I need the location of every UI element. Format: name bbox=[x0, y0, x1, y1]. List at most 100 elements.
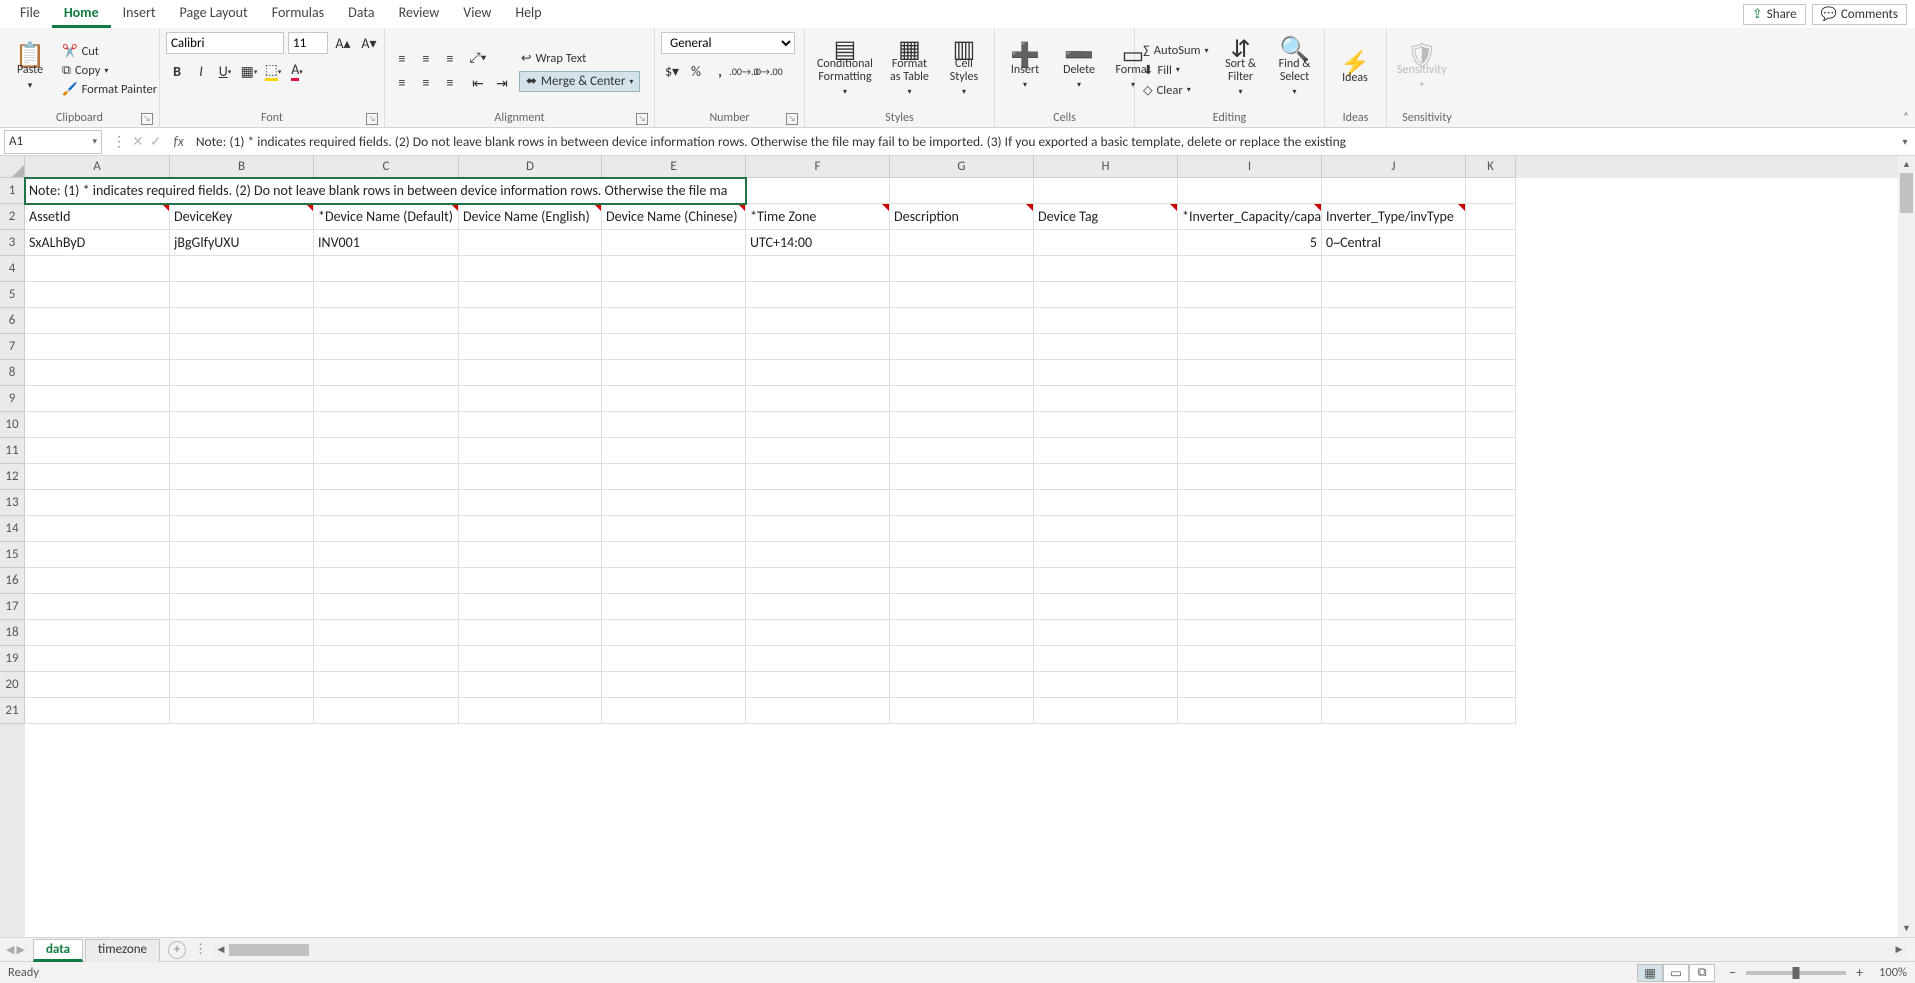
cell-A13[interactable] bbox=[25, 490, 170, 516]
cell-G12[interactable] bbox=[890, 464, 1034, 490]
format-painter-button[interactable]: 🖌️Format Painter bbox=[60, 81, 159, 98]
cell-D7[interactable] bbox=[459, 334, 602, 360]
currency-button[interactable]: $▾ bbox=[661, 60, 683, 82]
cell-E3[interactable] bbox=[602, 230, 746, 256]
cell-D14[interactable] bbox=[459, 516, 602, 542]
cell-H9[interactable] bbox=[1034, 386, 1178, 412]
cancel-formula-icon[interactable]: ✕ bbox=[132, 133, 144, 150]
cell-E21[interactable] bbox=[602, 698, 746, 724]
cell-K18[interactable] bbox=[1466, 620, 1516, 646]
find-select-button[interactable]: 🔍Find & Select▾ bbox=[1271, 41, 1319, 101]
scroll-thumb[interactable] bbox=[1900, 173, 1913, 213]
cell-A19[interactable] bbox=[25, 646, 170, 672]
cell-E10[interactable] bbox=[602, 412, 746, 438]
font-dialog-launcher[interactable]: ↘ bbox=[366, 113, 378, 125]
cell-C15[interactable] bbox=[314, 542, 459, 568]
cell-B17[interactable] bbox=[170, 594, 314, 620]
italic-button[interactable]: I bbox=[190, 60, 212, 82]
cell-F19[interactable] bbox=[746, 646, 890, 672]
number-dialog-launcher[interactable]: ↘ bbox=[786, 113, 798, 125]
cell-A20[interactable] bbox=[25, 672, 170, 698]
cell-B11[interactable] bbox=[170, 438, 314, 464]
cell-A1[interactable]: Note: (1) * indicates required fields. (… bbox=[25, 178, 746, 204]
menu-data[interactable]: Data bbox=[336, 0, 386, 28]
col-header-I[interactable]: I bbox=[1178, 156, 1322, 178]
col-header-H[interactable]: H bbox=[1034, 156, 1178, 178]
cell-I21[interactable] bbox=[1178, 698, 1322, 724]
sheet-tab-timezone[interactable]: timezone bbox=[85, 939, 160, 962]
conditional-formatting-button[interactable]: ▤Conditional Formatting▾ bbox=[811, 41, 879, 101]
cell-D18[interactable] bbox=[459, 620, 602, 646]
cell-C6[interactable] bbox=[314, 308, 459, 334]
fill-color-button[interactable]: ⬚▾ bbox=[262, 60, 284, 82]
name-box[interactable]: A1▾ bbox=[4, 130, 102, 154]
row-header-20[interactable]: 20 bbox=[0, 672, 25, 698]
cell-B21[interactable] bbox=[170, 698, 314, 724]
cell-G9[interactable] bbox=[890, 386, 1034, 412]
cell-E9[interactable] bbox=[602, 386, 746, 412]
cell-F11[interactable] bbox=[746, 438, 890, 464]
hscroll-thumb[interactable] bbox=[229, 944, 309, 956]
cell-F17[interactable] bbox=[746, 594, 890, 620]
fx-icon[interactable]: fx bbox=[167, 133, 189, 150]
cell-D15[interactable] bbox=[459, 542, 602, 568]
cell-E13[interactable] bbox=[602, 490, 746, 516]
cell-J16[interactable] bbox=[1322, 568, 1466, 594]
hscroll-right-icon[interactable]: ▶ bbox=[1891, 944, 1907, 955]
cell-F9[interactable] bbox=[746, 386, 890, 412]
cell-E2[interactable]: Device Name (Chinese) bbox=[602, 204, 746, 230]
cell-A5[interactable] bbox=[25, 282, 170, 308]
align-middle-icon[interactable]: ≡ bbox=[415, 48, 437, 70]
cell-F8[interactable] bbox=[746, 360, 890, 386]
cell-D11[interactable] bbox=[459, 438, 602, 464]
cell-H15[interactable] bbox=[1034, 542, 1178, 568]
row-header-16[interactable]: 16 bbox=[0, 568, 25, 594]
cell-G10[interactable] bbox=[890, 412, 1034, 438]
collapse-ribbon-icon[interactable]: ˄ bbox=[1903, 110, 1909, 123]
cell-A15[interactable] bbox=[25, 542, 170, 568]
cell-C3[interactable]: INV001 bbox=[314, 230, 459, 256]
cell-C7[interactable] bbox=[314, 334, 459, 360]
cut-button[interactable]: ✂️Cut bbox=[60, 43, 159, 60]
cell-I3[interactable]: 5 bbox=[1178, 230, 1322, 256]
cell-J19[interactable] bbox=[1322, 646, 1466, 672]
cell-A11[interactable] bbox=[25, 438, 170, 464]
cell-G20[interactable] bbox=[890, 672, 1034, 698]
row-header-5[interactable]: 5 bbox=[0, 282, 25, 308]
insert-cells-button[interactable]: ➕Insert▾ bbox=[1001, 47, 1049, 94]
confirm-formula-icon[interactable]: ✓ bbox=[150, 133, 162, 150]
delete-cells-button[interactable]: ➖Delete▾ bbox=[1055, 47, 1103, 94]
cell-K13[interactable] bbox=[1466, 490, 1516, 516]
cell-F13[interactable] bbox=[746, 490, 890, 516]
cell-D13[interactable] bbox=[459, 490, 602, 516]
cell-F4[interactable] bbox=[746, 256, 890, 282]
cell-K1[interactable] bbox=[1466, 178, 1516, 204]
col-header-J[interactable]: J bbox=[1322, 156, 1466, 178]
comments-button[interactable]: 💬Comments bbox=[1812, 4, 1907, 25]
percent-button[interactable]: % bbox=[685, 60, 707, 82]
cell-C4[interactable] bbox=[314, 256, 459, 282]
cell-D20[interactable] bbox=[459, 672, 602, 698]
cell-E5[interactable] bbox=[602, 282, 746, 308]
wrap-text-button[interactable]: ↩Wrap Text bbox=[519, 49, 640, 67]
cell-B7[interactable] bbox=[170, 334, 314, 360]
cell-I13[interactable] bbox=[1178, 490, 1322, 516]
cell-H17[interactable] bbox=[1034, 594, 1178, 620]
cell-J18[interactable] bbox=[1322, 620, 1466, 646]
cell-C18[interactable] bbox=[314, 620, 459, 646]
cell-C8[interactable] bbox=[314, 360, 459, 386]
cell-A21[interactable] bbox=[25, 698, 170, 724]
cell-G15[interactable] bbox=[890, 542, 1034, 568]
cell-I1[interactable] bbox=[1178, 178, 1322, 204]
cell-J21[interactable] bbox=[1322, 698, 1466, 724]
cell-D3[interactable] bbox=[459, 230, 602, 256]
cell-C14[interactable] bbox=[314, 516, 459, 542]
cell-J8[interactable] bbox=[1322, 360, 1466, 386]
cell-B10[interactable] bbox=[170, 412, 314, 438]
font-name-combo[interactable] bbox=[166, 32, 284, 54]
cell-C5[interactable] bbox=[314, 282, 459, 308]
cell-A10[interactable] bbox=[25, 412, 170, 438]
row-header-7[interactable]: 7 bbox=[0, 334, 25, 360]
cell-G2[interactable]: Description bbox=[890, 204, 1034, 230]
cell-A9[interactable] bbox=[25, 386, 170, 412]
